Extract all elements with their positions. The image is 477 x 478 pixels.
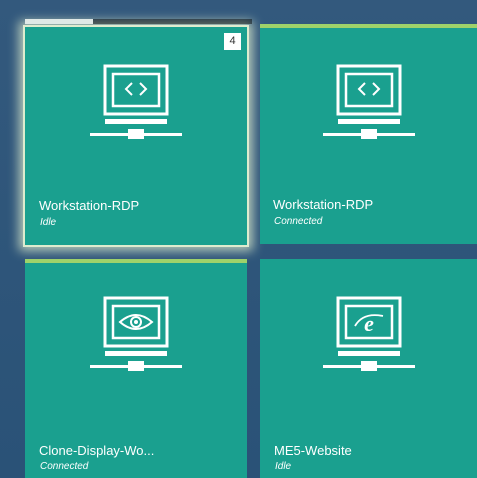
eye-display-icon	[90, 296, 182, 371]
tile-status: Idle	[275, 461, 292, 472]
tile-grid: 4 Workstation-RDP Idle Workstation-RDP C…	[0, 0, 477, 478]
remote-desktop-icon	[322, 64, 415, 139]
tile-status: Idle	[40, 217, 57, 228]
tile-status: Connected	[274, 216, 323, 227]
count-badge: 4	[224, 33, 241, 50]
tile-status: Connected	[40, 461, 89, 472]
progress-bar	[25, 19, 252, 24]
tile-name: Workstation-RDP	[39, 198, 140, 213]
tile-workstation-rdp-2[interactable]: Workstation-RDP Connected	[260, 24, 477, 244]
tile-accent-bar	[25, 259, 247, 263]
tile-clone-display[interactable]: Clone-Display-Wo... Connected	[25, 259, 247, 478]
tile-me5-website[interactable]: e ME5-Website Idle	[260, 259, 477, 478]
tile-workstation-rdp-1[interactable]: 4 Workstation-RDP Idle	[25, 19, 252, 245]
progress-fill	[25, 19, 94, 24]
remote-desktop-icon	[90, 64, 182, 139]
tile-name: ME5-Website	[274, 443, 352, 458]
tile-accent-bar	[260, 24, 477, 28]
tile-name: Clone-Display-Wo...	[39, 443, 155, 458]
tile-name: Workstation-RDP	[273, 197, 374, 212]
internet-explorer-icon: e	[322, 296, 415, 371]
